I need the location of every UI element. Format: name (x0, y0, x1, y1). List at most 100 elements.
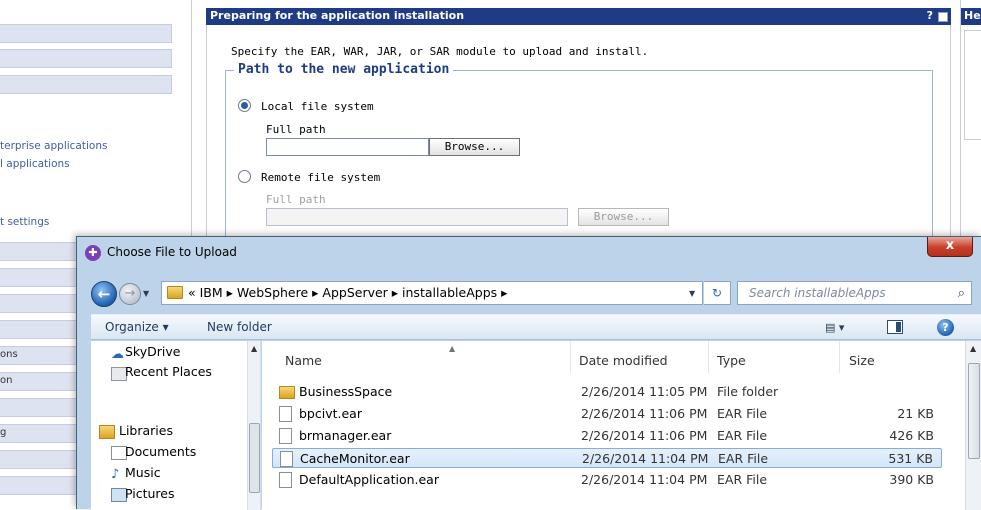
remote-file-system-label: Remote file system (261, 171, 381, 184)
remote-file-system-radio[interactable] (238, 170, 251, 183)
search-box[interactable]: Search installableApps ⌕ (737, 281, 972, 305)
file-name: brmanager.ear (299, 428, 392, 443)
file-list: ▲ Name Date modified Type Size BusinessS… (262, 341, 981, 510)
file-row[interactable]: DefaultApplication.ear 2/26/2014 11:04 P… (272, 470, 942, 490)
organize-button[interactable]: Organize ▾ (105, 320, 169, 334)
nav-pane-pictures[interactable]: Pictures (125, 486, 175, 501)
help-button[interactable]: ? (937, 319, 954, 336)
nav-pane-skydrive[interactable]: SkyDrive (125, 344, 180, 359)
libraries-icon (99, 425, 115, 439)
address-path[interactable]: « IBM ▸ WebSphere ▸ AppServer ▸ installa… (188, 285, 507, 300)
nav-pane-scrollbar[interactable]: ▲ (247, 341, 260, 510)
file-icon (279, 428, 292, 444)
file-list-scrollbar[interactable]: ▲ (965, 341, 981, 510)
address-dropdown-icon[interactable]: ▼ (689, 289, 695, 298)
panel-title-bar: Preparing for the application installati… (206, 8, 951, 25)
nav-item-label[interactable]: ons (0, 349, 18, 360)
local-full-path-label: Full path (266, 123, 326, 136)
file-name: CacheMonitor.ear (300, 451, 410, 466)
file-name: DefaultApplication.ear (299, 472, 439, 487)
help-icon[interactable]: ? (927, 9, 933, 22)
scroll-thumb[interactable] (249, 423, 260, 493)
file-type: File folder (717, 384, 779, 399)
choose-file-dialog: ✚ Choose File to Upload x ← → ▼ « IBM ▸ … (76, 236, 981, 510)
refresh-button[interactable]: ↻ (704, 281, 731, 305)
file-date: 2/26/2014 11:06 PM (581, 428, 708, 443)
nav-section-bar[interactable] (0, 24, 172, 43)
navigation-pane: ☁ SkyDrive Recent Places Libraries Docum… (91, 341, 261, 510)
preview-pane-icon[interactable] (887, 320, 903, 334)
nav-section-bar[interactable] (0, 75, 172, 94)
nav-pane-libraries[interactable]: Libraries (119, 423, 173, 438)
column-header-name[interactable]: Name (285, 353, 322, 368)
file-size: 531 KB (888, 451, 933, 466)
forward-button[interactable]: → (119, 283, 141, 305)
nav-section-bar[interactable] (0, 49, 172, 68)
file-icon (279, 406, 292, 422)
file-size: 390 KB (889, 472, 934, 487)
local-file-system-radio[interactable] (238, 99, 251, 112)
scroll-up-icon[interactable]: ▲ (970, 344, 976, 353)
nav-link-settings[interactable]: t settings (0, 216, 49, 228)
file-date: 2/26/2014 11:04 PM (581, 472, 708, 487)
file-icon (279, 472, 292, 488)
file-row[interactable]: bpcivt.ear 2/26/2014 11:06 PM EAR File 2… (272, 404, 942, 424)
column-header-size[interactable]: Size (849, 353, 875, 368)
folder-icon (167, 286, 183, 299)
back-button[interactable]: ← (91, 281, 117, 307)
nav-item-label[interactable]: g (0, 427, 6, 438)
change-view-button[interactable]: ▤ ▾ (825, 321, 844, 334)
column-header-date-modified[interactable]: Date modified (579, 353, 668, 368)
folder-icon (279, 386, 295, 399)
nav-item-label[interactable]: on (0, 375, 12, 386)
dialog-title: Choose File to Upload (107, 245, 237, 259)
file-size: 426 KB (889, 428, 934, 443)
file-date: 2/26/2014 11:05 PM (581, 384, 708, 399)
minimize-icon[interactable] (938, 12, 948, 22)
search-icon[interactable]: ⌕ (958, 286, 965, 301)
sort-ascending-icon: ▲ (449, 344, 456, 353)
recent-locations-dropdown-icon[interactable]: ▼ (143, 289, 153, 299)
nav-link-enterprise-applications[interactable]: terprise applications (0, 140, 107, 152)
file-name: bpcivt.ear (299, 406, 362, 421)
panel-title: Preparing for the application installati… (210, 9, 465, 22)
new-folder-button[interactable]: New folder (207, 320, 272, 334)
nav-pane-documents[interactable]: Documents (125, 444, 196, 459)
instruction-text: Specify the EAR, WAR, JAR, or SAR module… (231, 45, 649, 58)
column-divider[interactable] (708, 341, 709, 373)
column-divider[interactable] (839, 341, 840, 373)
scroll-thumb[interactable] (968, 363, 980, 459)
help-panel-title: He (961, 8, 981, 25)
column-header-type[interactable]: Type (717, 353, 746, 368)
file-type: EAR File (717, 472, 768, 487)
scroll-up-icon[interactable]: ▲ (251, 344, 257, 353)
column-divider[interactable] (570, 341, 571, 373)
remote-full-path-input (266, 208, 568, 226)
file-size: 21 KB (897, 406, 934, 421)
path-fieldset: Path to the new application Local file s… (225, 62, 933, 260)
close-button[interactable]: x (927, 237, 973, 257)
remote-browse-button: Browse... (578, 208, 669, 226)
browse-button[interactable]: Browse... (429, 138, 520, 156)
search-input[interactable]: Search installableApps (749, 286, 886, 300)
file-date: 2/26/2014 11:06 PM (581, 406, 708, 421)
nav-link-all-applications[interactable]: l applications (0, 158, 70, 170)
file-row[interactable]: BusinessSpace 2/26/2014 11:05 PM File fo… (272, 382, 942, 402)
file-row-selected[interactable]: CacheMonitor.ear 2/26/2014 11:04 PM EAR … (272, 448, 942, 468)
file-icon (280, 451, 293, 467)
nav-pane-recent-places[interactable]: Recent Places (125, 364, 212, 379)
file-date: 2/26/2014 11:04 PM (582, 451, 709, 466)
remote-full-path-label: Full path (266, 193, 326, 206)
address-bar[interactable]: « IBM ▸ WebSphere ▸ AppServer ▸ installa… (161, 281, 703, 305)
file-type: EAR File (718, 451, 769, 466)
local-full-path-input[interactable] (266, 138, 429, 156)
file-type: EAR File (717, 406, 768, 421)
file-row[interactable]: brmanager.ear 2/26/2014 11:06 PM EAR Fil… (272, 426, 942, 446)
command-bar: Organize ▾ New folder ▤ ▾ ? (91, 314, 981, 340)
nav-pane-music[interactable]: Music (125, 465, 161, 480)
file-name: BusinessSpace (299, 384, 393, 399)
help-panel-box (964, 30, 981, 140)
fieldset-legend: Path to the new application (234, 62, 454, 77)
file-type: EAR File (717, 428, 768, 443)
app-icon: ✚ (85, 245, 101, 261)
